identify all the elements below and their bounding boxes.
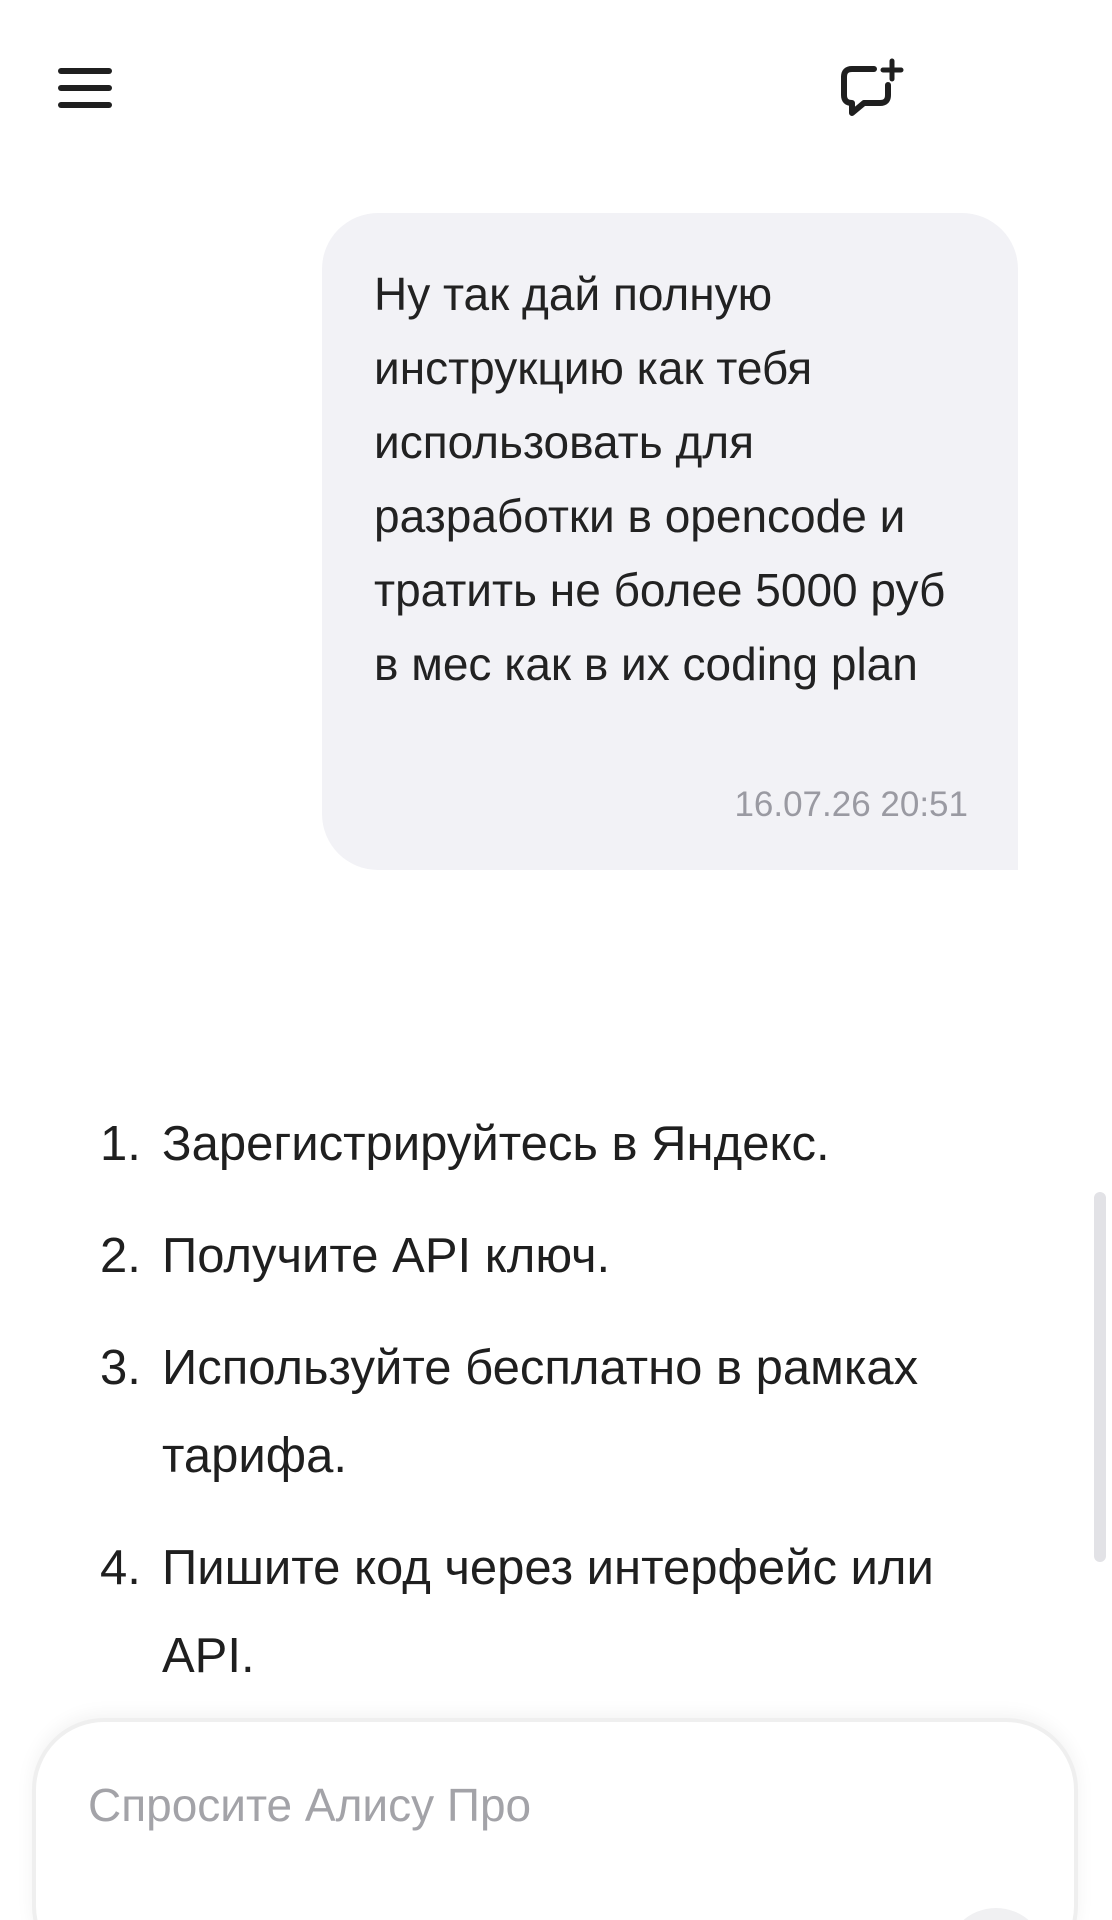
user-message-text: Ну так дай полную инструкцию как тебя ис… bbox=[374, 268, 946, 690]
composer-action-button[interactable] bbox=[946, 1908, 1046, 1920]
hamburger-menu-icon[interactable] bbox=[50, 58, 124, 118]
menu-line bbox=[58, 102, 112, 108]
list-item-text: Получите API ключ. bbox=[162, 1229, 611, 1283]
list-item-number: 3. bbox=[100, 1341, 141, 1395]
list-item-number: 1. bbox=[100, 1117, 141, 1171]
new-chat-button[interactable] bbox=[830, 55, 910, 125]
message-input[interactable] bbox=[88, 1778, 988, 1832]
chat-screen: Ну так дай полную инструкцию как тебя ис… bbox=[0, 0, 1112, 1920]
list-item-text: Пишите код через интерфейс или API. bbox=[162, 1541, 934, 1683]
menu-line bbox=[58, 85, 112, 91]
list-item: 2. Получите API ключ. bbox=[100, 1212, 980, 1300]
message-composer bbox=[32, 1718, 1078, 1920]
scrollbar[interactable] bbox=[1094, 1192, 1106, 1562]
user-message-bubble[interactable]: Ну так дай полную инструкцию как тебя ис… bbox=[322, 213, 1018, 870]
list-item: 4. Пишите код через интерфейс или API. bbox=[100, 1524, 980, 1700]
menu-line bbox=[58, 68, 112, 74]
assistant-answer-list: 1. Зарегистрируйтесь в Яндекс. 2. Получи… bbox=[100, 1100, 980, 1724]
list-item-number: 2. bbox=[100, 1229, 141, 1283]
list-item-text: Используйте бесплатно в рамках тарифа. bbox=[162, 1341, 919, 1483]
list-item-text: Зарегистрируйтесь в Яндекс. bbox=[162, 1117, 830, 1171]
chat-bubble-plus-icon bbox=[841, 58, 904, 116]
list-item: 3. Используйте бесплатно в рамках тарифа… bbox=[100, 1324, 980, 1500]
list-item-number: 4. bbox=[100, 1541, 141, 1595]
message-timestamp: 16.07.26 20:51 bbox=[734, 785, 968, 824]
list-item: 1. Зарегистрируйтесь в Яндекс. bbox=[100, 1100, 980, 1188]
